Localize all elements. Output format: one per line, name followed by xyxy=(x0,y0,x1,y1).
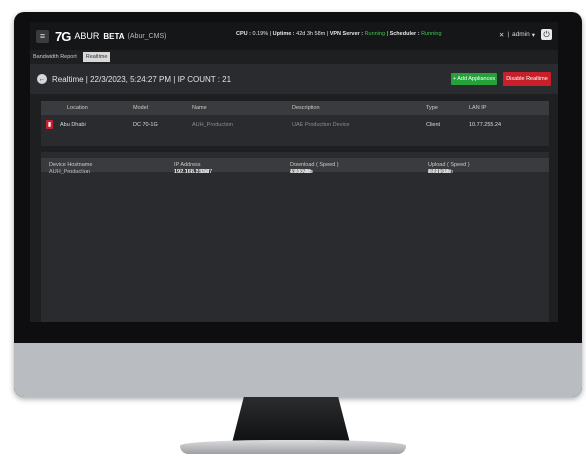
col-download: Download ( Speed ) xyxy=(290,162,339,168)
uptime-label: Uptime : xyxy=(272,31,295,37)
cell-upload: 4.86 Kb xyxy=(428,169,447,175)
page-title: Realtime | 22/3/2023, 5:24:27 PM | IP CO… xyxy=(52,74,232,84)
app-name: (Abur_CMS) xyxy=(127,32,167,40)
scheduler-label: Scheduler : xyxy=(389,31,420,37)
scheduler-status: Running xyxy=(421,31,442,37)
cell-download: 4.40 Kb xyxy=(290,169,309,175)
cell-lan-ip: 10.77.255.24 xyxy=(469,122,502,128)
back-icon[interactable]: ← xyxy=(37,74,47,84)
disable-realtime-button[interactable]: Disable Realtime xyxy=(503,72,551,86)
monitor-stand xyxy=(232,397,350,443)
cpu-value: 0.19% xyxy=(252,31,269,37)
tab-bar: Bandwidth Report Realtime xyxy=(30,52,111,62)
vpn-label: VPN Server : xyxy=(329,31,364,37)
user-menu[interactable]: admin xyxy=(512,31,530,38)
top-bar: ≡ 7G ABUR BETA (Abur_CMS) CPU : 0.19% | … xyxy=(30,22,558,50)
realtime-header: ← Realtime | 22/3/2023, 5:24:27 PM | IP … xyxy=(30,64,558,94)
col-name: Name xyxy=(192,105,207,111)
appliance-table-header: Location Model Name Description Type LAN… xyxy=(41,101,549,115)
cpu-label: CPU : xyxy=(236,31,251,37)
system-status: CPU : 0.19% | Uptime : 42d 3h 58m | VPN … xyxy=(236,31,442,37)
col-upload: Upload ( Speed ) xyxy=(428,162,470,168)
trash-icon[interactable]: ▮ xyxy=(46,120,53,129)
beta-badge: BETA xyxy=(103,31,125,41)
col-description: Description xyxy=(292,105,320,111)
app-screen: ≡ 7G ABUR BETA (Abur_CMS) CPU : 0.19% | … xyxy=(30,22,558,322)
cell-location: Abu Dhabi xyxy=(60,122,86,128)
power-icon[interactable]: ⏻ xyxy=(541,29,552,40)
devices-panel: Device Hostname IP Address Download ( Sp… xyxy=(41,152,549,322)
cell-name: AUH_Production xyxy=(192,122,233,128)
cell-type: Client xyxy=(426,122,441,128)
col-location: Location xyxy=(67,105,88,111)
add-appliances-button[interactable]: + Add Appliances xyxy=(451,73,497,85)
monitor-chin xyxy=(14,343,582,397)
logo-sub: ABUR xyxy=(74,31,100,41)
tools-icon[interactable]: ✕ xyxy=(499,31,504,39)
chevron-down-icon[interactable]: ▾ xyxy=(532,31,535,39)
col-ip-address: IP Address xyxy=(174,162,201,168)
col-model: Model xyxy=(133,105,148,111)
cell-ip: 192.168.100.77 xyxy=(174,169,213,175)
tab-realtime[interactable]: Realtime xyxy=(82,52,111,62)
cell-model: DC 70-1G xyxy=(133,122,158,128)
appliance-panel: Location Model Name Description Type LAN… xyxy=(41,101,549,146)
cell-hostname: AUH_Production xyxy=(49,169,90,175)
appliance-row[interactable]: ▮ Abu Dhabi DC 70-1G AUH_Production UAE … xyxy=(41,118,549,132)
monitor-base xyxy=(180,440,406,454)
divider: | xyxy=(507,31,510,38)
col-hostname: Device Hostname xyxy=(49,162,93,168)
menu-icon[interactable]: ≡ xyxy=(36,29,49,43)
user-area: ✕ | admin ▾ ⏻ xyxy=(499,29,552,40)
tab-bandwidth-report[interactable]: Bandwidth Report xyxy=(30,52,80,62)
uptime-value: 42d 3h 58m xyxy=(296,31,326,37)
cell-description: UAE Production Device xyxy=(292,122,350,128)
col-type: Type xyxy=(426,105,438,111)
logo: 7G xyxy=(55,28,71,44)
vpn-status: Running xyxy=(364,31,386,37)
col-lan-ip: LAN IP xyxy=(469,105,487,111)
